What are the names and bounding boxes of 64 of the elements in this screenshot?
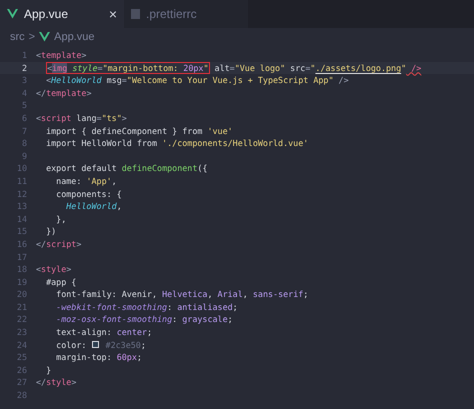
line-number: 11: [16, 174, 28, 188]
line-number: 14: [16, 212, 28, 226]
vue-file-icon: [7, 9, 18, 19]
code-text: #2c3e50;: [104, 338, 146, 352]
line-number: 10: [16, 162, 28, 175]
code-text: }): [46, 225, 56, 238]
line-number: 15: [16, 225, 28, 238]
line-number: 21: [16, 300, 28, 314]
breadcrumb-item[interactable]: src: [10, 28, 25, 46]
editor-tab[interactable]: App.vue ×: [0, 0, 124, 28]
close-button[interactable]: ×: [108, 7, 117, 21]
line-number: 9: [20, 150, 28, 162]
line-number: 5: [20, 99, 28, 112]
breadcrumb-separator: >: [28, 30, 36, 45]
code-text: color:: [56, 338, 88, 352]
code-text: alt="Vue logo" src="./assets/logo.png" />: [214, 62, 422, 74]
line-number: 3: [20, 74, 28, 87]
vue-file-icon: [39, 32, 50, 42]
code-text: import HelloWorld from './components/HelloWorld.vue': [46, 137, 308, 150]
code-text: },: [56, 212, 66, 226]
highlight-box: <img style="margin-bottom: 20px": [46, 62, 210, 74]
code-text: components: {: [56, 188, 122, 200]
code-text: text-align: center;: [56, 326, 152, 339]
code-text: HelloWorld,: [66, 200, 122, 213]
code-text: <style>: [36, 263, 72, 276]
code-text: import { defineComponent } from 'vue': [46, 124, 233, 138]
line-number: 22: [16, 313, 28, 326]
code-text: <script lang="ts">: [36, 112, 127, 125]
code-text: <HelloWorld msg="Welcome to Your Vue.js + TypeScript App" />: [46, 74, 349, 87]
line-number: 4: [20, 86, 28, 100]
code-text: </style>: [36, 376, 76, 390]
line-number: 2: [20, 62, 28, 74]
code-text: </template>: [36, 86, 92, 100]
code-text: -moz-osx-font-smoothing: grayscale;: [56, 313, 233, 326]
line-number: 7: [20, 124, 28, 138]
line-number: 18: [16, 263, 28, 276]
code-text: }: [46, 364, 52, 376]
line-number: 27: [16, 376, 28, 390]
line-number: 28: [16, 389, 28, 402]
line-number: 13: [16, 200, 28, 213]
line-number: 1: [20, 49, 28, 62]
editor-tab[interactable]: .prettierrc: [124, 0, 248, 28]
code-text: <template>: [36, 49, 86, 62]
line-number: 26: [16, 364, 28, 376]
code-text: </script>: [36, 238, 82, 251]
line-number: 16: [16, 238, 28, 251]
line-number: 6: [20, 112, 28, 125]
breadcrumb-item[interactable]: App.vue: [54, 28, 94, 46]
line-number: 8: [20, 137, 28, 150]
line-number: 24: [16, 338, 28, 352]
line-number: 23: [16, 326, 28, 339]
line-number: 19: [16, 276, 28, 288]
color-swatch-icon: [92, 341, 100, 348]
line-number: 25: [16, 351, 28, 364]
code-text: -webkit-font-smoothing: antialiased;: [56, 300, 238, 314]
code-text: name: 'App',: [56, 174, 117, 188]
file-icon: [131, 9, 140, 19]
line-number: 17: [16, 250, 28, 264]
line-number: 12: [16, 188, 28, 200]
code-text: #app {: [46, 276, 76, 288]
code-text: margin-top: 60px;: [56, 351, 142, 364]
code-text: font-family: Avenir, Helvetica, Arial, sans-serif;: [56, 288, 308, 301]
line-number: 20: [16, 288, 28, 301]
code-text: export default defineComponent({: [46, 162, 208, 175]
